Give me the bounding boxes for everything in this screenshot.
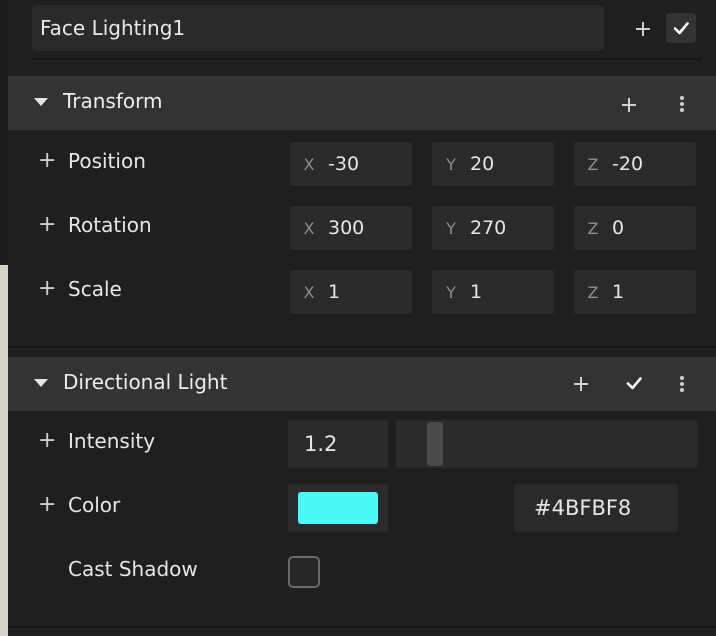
cast-shadow-checkbox[interactable] (288, 556, 320, 588)
rotation-x-value: 300 (328, 217, 365, 239)
intensity-label: Intensity (68, 429, 156, 453)
rotation-label: Rotation (68, 213, 152, 237)
rotation-add-button[interactable]: + (38, 214, 56, 236)
directional-light-title: Directional Light (63, 370, 228, 394)
transform-add-button[interactable] (617, 93, 641, 117)
intensity-slider[interactable] (396, 420, 698, 468)
scale-add-button[interactable]: + (38, 278, 56, 300)
position-add-button[interactable]: + (38, 150, 56, 172)
slider-handle[interactable] (427, 422, 443, 466)
position-x-field[interactable]: X -30 (290, 142, 412, 186)
add-component-button[interactable] (631, 17, 655, 41)
axis-label-z: Z (587, 282, 599, 302)
color-swatch[interactable] (298, 492, 378, 524)
position-label: Position (68, 149, 146, 173)
color-hex-input[interactable]: #4BFBF8 (514, 484, 678, 532)
transform-more-button[interactable] (674, 92, 690, 116)
left-edge (0, 0, 8, 636)
directional-light-enabled-toggle[interactable] (619, 368, 649, 398)
more-vertical-icon (680, 96, 684, 112)
object-enabled-toggle[interactable] (666, 13, 696, 43)
axis-label-x: X (303, 218, 315, 238)
cast-shadow-label: Cast Shadow (68, 557, 198, 581)
background-strip (0, 265, 8, 636)
directional-light-more-button[interactable] (674, 372, 690, 396)
scale-z-value: 1 (612, 281, 625, 303)
position-y-field[interactable]: Y 20 (432, 142, 554, 186)
position-y-value: 20 (470, 153, 495, 175)
directional-light-section-header[interactable]: Directional Light (8, 357, 716, 411)
plus-icon (636, 22, 650, 36)
intensity-value: 1.2 (304, 432, 338, 456)
color-hex-value: #4BFBF8 (534, 496, 632, 520)
color-label: Color (68, 493, 121, 517)
scale-y-value: 1 (470, 281, 483, 303)
axis-label-z: Z (587, 218, 599, 238)
plus-icon (574, 377, 588, 391)
rotation-y-value: 270 (470, 217, 507, 239)
rotation-z-field[interactable]: Z 0 (574, 206, 696, 250)
rotation-x-field[interactable]: X 300 (290, 206, 412, 250)
axis-label-y: Y (446, 154, 456, 174)
transform-title: Transform (63, 89, 163, 113)
position-z-field[interactable]: Z -20 (574, 142, 696, 186)
position-x-value: -30 (328, 153, 360, 175)
caret-down-icon[interactable] (34, 379, 48, 387)
intensity-add-button[interactable]: + (38, 430, 56, 452)
divider (8, 626, 716, 628)
more-vertical-icon (680, 376, 684, 392)
check-icon (626, 377, 642, 390)
scale-z-field[interactable]: Z 1 (574, 270, 696, 314)
position-z-value: -20 (612, 153, 644, 175)
color-picker-field[interactable] (288, 484, 388, 532)
axis-label-x: X (303, 282, 315, 302)
scale-x-value: 1 (328, 281, 341, 303)
plus-icon (622, 98, 636, 112)
check-icon (673, 22, 689, 35)
directional-light-add-button[interactable] (569, 372, 593, 396)
axis-label-z: Z (587, 154, 599, 174)
caret-down-icon[interactable] (34, 98, 48, 106)
axis-label-y: Y (446, 282, 456, 302)
transform-section-header[interactable]: Transform (8, 76, 716, 130)
scale-x-field[interactable]: X 1 (290, 270, 412, 314)
scale-y-field[interactable]: Y 1 (432, 270, 554, 314)
rotation-z-value: 0 (612, 217, 625, 239)
color-add-button[interactable]: + (38, 494, 56, 516)
rotation-y-field[interactable]: Y 270 (432, 206, 554, 250)
axis-label-y: Y (446, 218, 456, 238)
axis-label-x: X (303, 154, 315, 174)
divider (8, 346, 716, 348)
object-name-text: Face Lighting1 (40, 16, 186, 40)
scale-label: Scale (68, 277, 122, 301)
divider (32, 58, 702, 60)
object-name-field[interactable]: Face Lighting1 (32, 5, 604, 51)
intensity-input[interactable]: 1.2 (288, 420, 388, 468)
